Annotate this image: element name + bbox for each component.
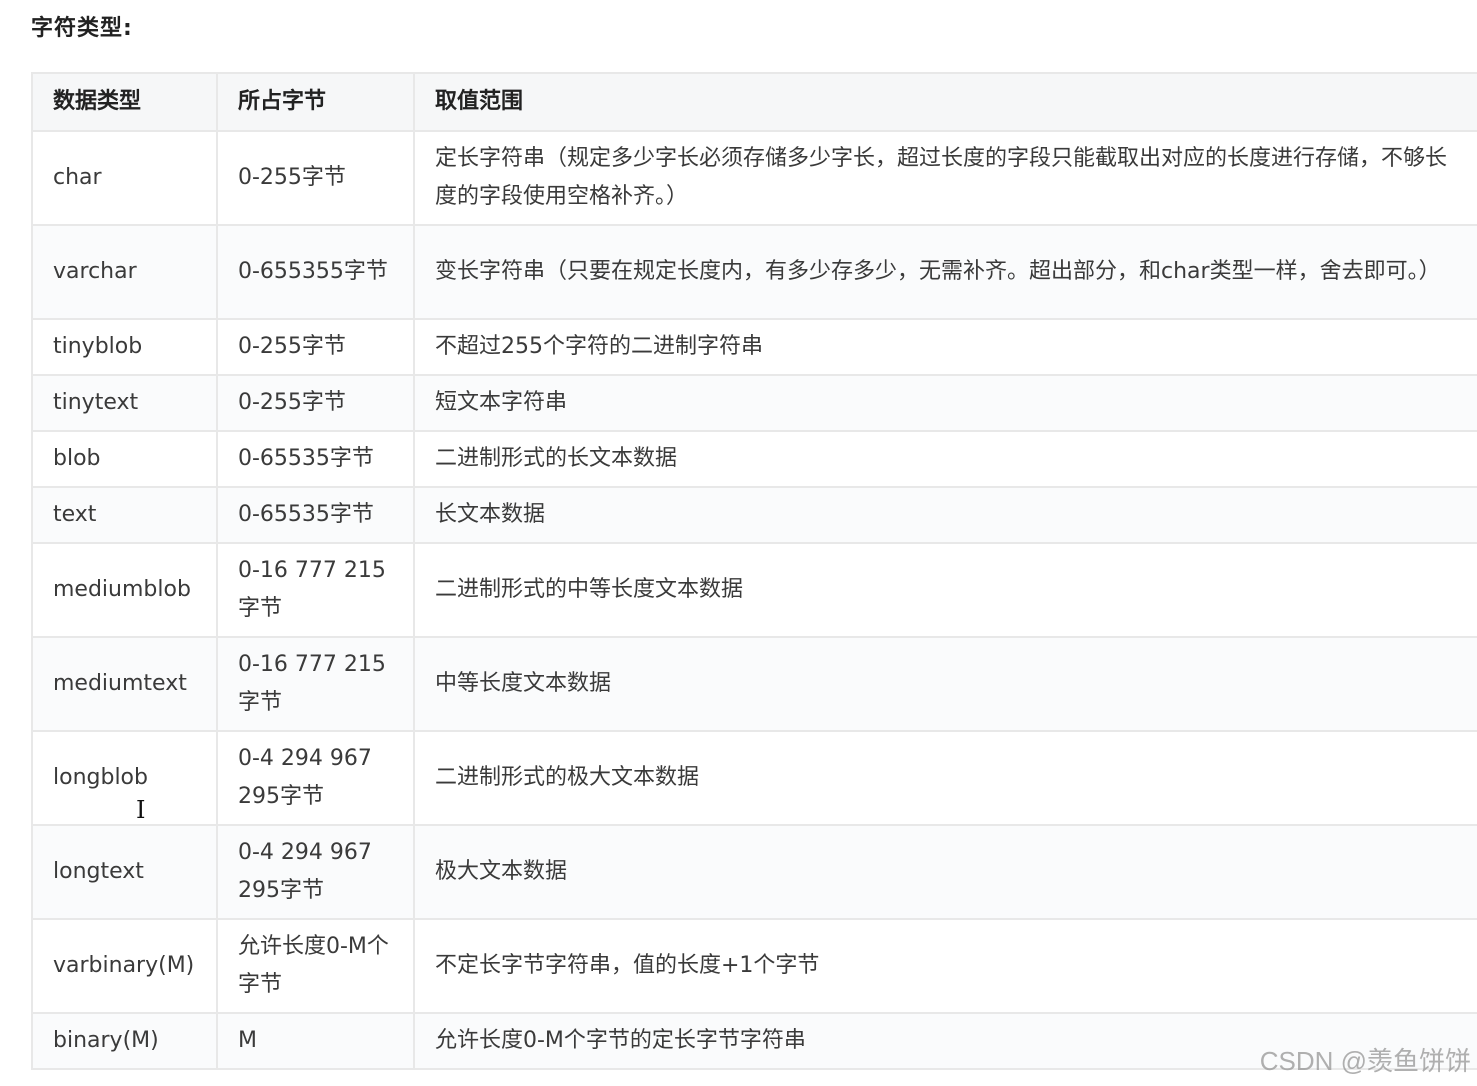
watermark: CSDN @羡鱼饼饼 [1259, 1046, 1471, 1076]
cell-type: blob [31, 430, 218, 488]
column-header-type: 数据类型 [31, 72, 218, 132]
cell-bytes: 0-255字节 [216, 130, 415, 226]
table-row: text 0-65535字节 长文本数据 [31, 486, 1477, 544]
cell-range: 二进制形式的长文本数据 [413, 430, 1477, 488]
cell-bytes: 0-4 294 967 295字节 [216, 730, 415, 826]
data-types-table: 数据类型 所占字节 取值范围 char 0-255字节 定长字符串（规定多少字长… [31, 72, 1477, 1070]
cell-range: 不定长字节字符串，值的长度+1个字节 [413, 918, 1477, 1014]
table-row: mediumtext 0-16 777 215字节 中等长度文本数据 [31, 636, 1477, 732]
cell-type: binary(M) [31, 1012, 218, 1070]
table-row: longtext 0-4 294 967 295字节 极大文本数据 [31, 824, 1477, 920]
cell-type: tinyblob [31, 318, 218, 376]
cell-bytes: 0-255字节 [216, 374, 415, 432]
cell-type: mediumtext [31, 636, 218, 732]
cell-range: 短文本字符串 [413, 374, 1477, 432]
cell-bytes: 0-655355字节 [216, 224, 415, 320]
cell-type: varbinary(M) [31, 918, 218, 1014]
table-row: blob 0-65535字节 二进制形式的长文本数据 [31, 430, 1477, 488]
cell-bytes: 0-255字节 [216, 318, 415, 376]
cell-bytes: 0-65535字节 [216, 430, 415, 488]
table-row: char 0-255字节 定长字符串（规定多少字长必须存储多少字长，超过长度的字… [31, 130, 1477, 226]
table-row: tinytext 0-255字节 短文本字符串 [31, 374, 1477, 432]
cell-type: longblob [31, 730, 218, 826]
cell-range: 定长字符串（规定多少字长必须存储多少字长，超过长度的字段只能截取出对应的长度进行… [413, 130, 1477, 226]
text-cursor-icon: I [136, 796, 146, 824]
table-row: longblob 0-4 294 967 295字节 二进制形式的极大文本数据 [31, 730, 1477, 826]
table-header-row: 数据类型 所占字节 取值范围 [31, 72, 1477, 132]
cell-range: 不超过255个字符的二进制字符串 [413, 318, 1477, 376]
cell-bytes: 0-16 777 215字节 [216, 636, 415, 732]
cell-bytes: M [216, 1012, 415, 1070]
cell-range: 极大文本数据 [413, 824, 1477, 920]
cell-bytes: 0-65535字节 [216, 486, 415, 544]
cell-range: 二进制形式的中等长度文本数据 [413, 542, 1477, 638]
table-row: varchar 0-655355字节 变长字符串（只要在规定长度内，有多少存多少… [31, 224, 1477, 320]
cell-type: longtext [31, 824, 218, 920]
cell-range: 二进制形式的极大文本数据 [413, 730, 1477, 826]
cell-type: mediumblob [31, 542, 218, 638]
cell-type: tinytext [31, 374, 218, 432]
column-header-range: 取值范围 [413, 72, 1477, 132]
cell-type: char [31, 130, 218, 226]
cell-type: varchar [31, 224, 218, 320]
cell-range: 变长字符串（只要在规定长度内，有多少存多少，无需补齐。超出部分，和char类型一… [413, 224, 1477, 320]
section-heading: 字符类型: [31, 16, 133, 41]
data-types-table-container: 数据类型 所占字节 取值范围 char 0-255字节 定长字符串（规定多少字长… [31, 72, 1477, 1070]
table-row: varbinary(M) 允许长度0-M个字节 不定长字节字符串，值的长度+1个… [31, 918, 1477, 1014]
table-row: mediumblob 0-16 777 215字节 二进制形式的中等长度文本数据 [31, 542, 1477, 638]
cell-bytes: 允许长度0-M个字节 [216, 918, 415, 1014]
cell-range: 中等长度文本数据 [413, 636, 1477, 732]
cell-type: text [31, 486, 218, 544]
column-header-bytes: 所占字节 [216, 72, 415, 132]
table-row: tinyblob 0-255字节 不超过255个字符的二进制字符串 [31, 318, 1477, 376]
cell-bytes: 0-16 777 215字节 [216, 542, 415, 638]
cell-range: 长文本数据 [413, 486, 1477, 544]
cell-bytes: 0-4 294 967 295字节 [216, 824, 415, 920]
